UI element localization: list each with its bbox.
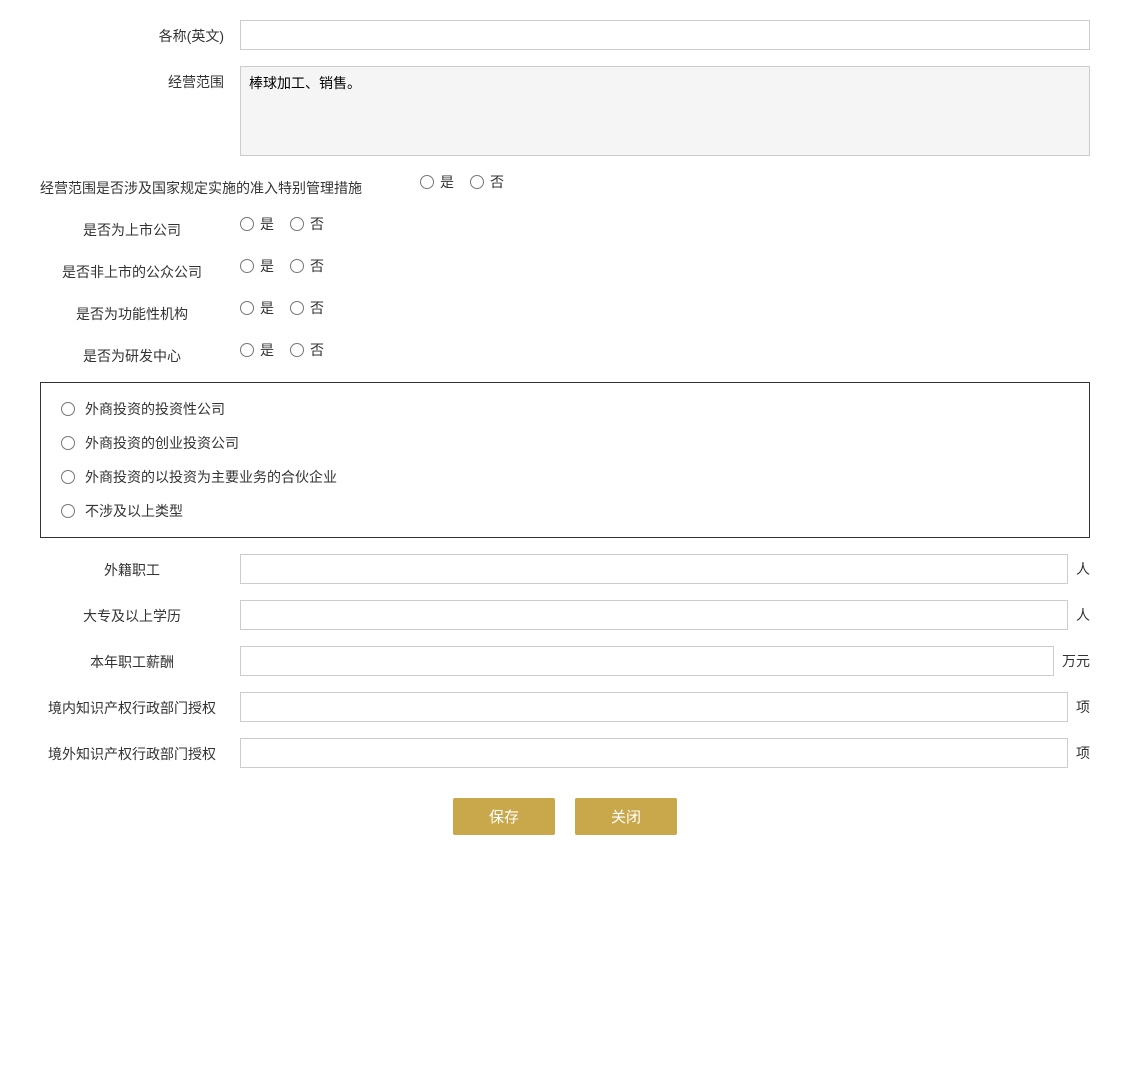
functional-institution-control: 是 否: [240, 298, 1090, 318]
close-button[interactable]: 关闭: [575, 798, 677, 835]
functional-institution-label: 是否为功能性机构: [40, 298, 240, 324]
annual-salary-input[interactable]: [240, 646, 1054, 676]
college-education-input[interactable]: [240, 600, 1068, 630]
domestic-ip-input[interactable]: [240, 692, 1068, 722]
rd-center-yes-label: 是: [260, 340, 274, 360]
rd-center-no-option[interactable]: 否: [290, 340, 324, 360]
business-scope-label: 经营范围: [40, 66, 240, 92]
functional-institution-radio-group: 是 否: [240, 298, 324, 318]
rd-center-no-radio[interactable]: [290, 343, 304, 357]
college-education-label: 大专及以上学历: [40, 600, 240, 626]
overseas-ip-row: 境外知识产权行政部门授权 项: [40, 738, 1090, 768]
non-listed-public-no-label: 否: [310, 256, 324, 276]
non-listed-public-no-option[interactable]: 否: [290, 256, 324, 276]
not-applicable-radio[interactable]: [61, 504, 75, 518]
business-scope-textarea[interactable]: 棒球加工、销售。: [240, 66, 1090, 156]
foreign-employees-row: 外籍职工 人: [40, 554, 1090, 584]
listed-company-no-option[interactable]: 否: [290, 214, 324, 234]
not-applicable-option[interactable]: 不涉及以上类型: [61, 501, 1069, 521]
listed-company-radio-group: 是 否: [240, 214, 324, 234]
non-listed-public-label: 是否非上市的公众公司: [40, 256, 240, 282]
rd-center-row: 是否为研发中心 是 否: [40, 340, 1090, 366]
venture-capital-option[interactable]: 外商投资的创业投资公司: [61, 433, 1069, 453]
domestic-ip-row: 境内知识产权行政部门授权 项: [40, 692, 1090, 722]
domestic-ip-unit: 项: [1076, 697, 1090, 717]
venture-capital-label: 外商投资的创业投资公司: [85, 433, 239, 453]
special-management-radio-group: 是 否: [420, 172, 504, 192]
listed-company-control: 是 否: [240, 214, 1090, 234]
business-scope-control: 棒球加工、销售。: [240, 66, 1090, 156]
foreign-employees-label: 外籍职工: [40, 554, 240, 580]
college-education-row: 大专及以上学历 人: [40, 600, 1090, 630]
not-applicable-label: 不涉及以上类型: [85, 501, 183, 521]
listed-company-label: 是否为上市公司: [40, 214, 240, 240]
annual-salary-unit: 万元: [1062, 651, 1090, 671]
listed-company-no-label: 否: [310, 214, 324, 234]
non-listed-public-yes-radio[interactable]: [240, 259, 254, 273]
partnership-label: 外商投资的以投资为主要业务的合伙企业: [85, 467, 337, 487]
non-listed-public-row: 是否非上市的公众公司 是 否: [40, 256, 1090, 282]
functional-institution-no-label: 否: [310, 298, 324, 318]
overseas-ip-control: 项: [240, 738, 1090, 768]
functional-institution-yes-radio[interactable]: [240, 301, 254, 315]
rd-center-radio-group: 是 否: [240, 340, 324, 360]
listed-company-no-radio[interactable]: [290, 217, 304, 231]
overseas-ip-input[interactable]: [240, 738, 1068, 768]
investment-type-box: 外商投资的投资性公司 外商投资的创业投资公司 外商投资的以投资为主要业务的合伙企…: [40, 382, 1090, 538]
non-listed-public-yes-option[interactable]: 是: [240, 256, 274, 276]
functional-institution-yes-label: 是: [260, 298, 274, 318]
special-management-no-radio[interactable]: [470, 175, 484, 189]
non-listed-public-yes-label: 是: [260, 256, 274, 276]
special-management-yes-radio[interactable]: [420, 175, 434, 189]
non-listed-public-no-radio[interactable]: [290, 259, 304, 273]
rd-center-yes-option[interactable]: 是: [240, 340, 274, 360]
rd-center-label: 是否为研发中心: [40, 340, 240, 366]
special-management-yes-label: 是: [440, 172, 454, 192]
foreign-employees-control: 人: [240, 554, 1090, 584]
business-scope-row: 经营范围 棒球加工、销售。: [40, 66, 1090, 156]
special-management-control: 是 否: [420, 172, 1090, 192]
rd-center-control: 是 否: [240, 340, 1090, 360]
english-name-input[interactable]: [240, 20, 1090, 50]
investment-company-label: 外商投资的投资性公司: [85, 399, 225, 419]
button-row: 保存 关闭: [40, 798, 1090, 835]
english-name-label: 各称(英文): [40, 20, 240, 46]
annual-salary-control: 万元: [240, 646, 1090, 676]
college-education-control: 人: [240, 600, 1090, 630]
rd-center-yes-radio[interactable]: [240, 343, 254, 357]
venture-capital-radio[interactable]: [61, 436, 75, 450]
foreign-employees-input[interactable]: [240, 554, 1068, 584]
functional-institution-no-option[interactable]: 否: [290, 298, 324, 318]
rd-center-no-label: 否: [310, 340, 324, 360]
functional-institution-no-radio[interactable]: [290, 301, 304, 315]
functional-institution-row: 是否为功能性机构 是 否: [40, 298, 1090, 324]
annual-salary-label: 本年职工薪酬: [40, 646, 240, 672]
listed-company-yes-label: 是: [260, 214, 274, 234]
english-name-row: 各称(英文): [40, 20, 1090, 50]
special-management-yes-option[interactable]: 是: [420, 172, 454, 192]
partnership-radio[interactable]: [61, 470, 75, 484]
english-name-control: [240, 20, 1090, 50]
listed-company-row: 是否为上市公司 是 否: [40, 214, 1090, 240]
domestic-ip-control: 项: [240, 692, 1090, 722]
non-listed-public-radio-group: 是 否: [240, 256, 324, 276]
functional-institution-yes-option[interactable]: 是: [240, 298, 274, 318]
special-management-label: 经营范围是否涉及国家规定实施的准入特别管理措施: [40, 172, 420, 198]
special-management-no-option[interactable]: 否: [470, 172, 504, 192]
overseas-ip-unit: 项: [1076, 743, 1090, 763]
partnership-option[interactable]: 外商投资的以投资为主要业务的合伙企业: [61, 467, 1069, 487]
listed-company-yes-option[interactable]: 是: [240, 214, 274, 234]
foreign-employees-unit: 人: [1076, 559, 1090, 579]
investment-company-option[interactable]: 外商投资的投资性公司: [61, 399, 1069, 419]
college-education-unit: 人: [1076, 605, 1090, 625]
special-management-no-label: 否: [490, 172, 504, 192]
special-management-row: 经营范围是否涉及国家规定实施的准入特别管理措施 是 否: [40, 172, 1090, 198]
listed-company-yes-radio[interactable]: [240, 217, 254, 231]
annual-salary-row: 本年职工薪酬 万元: [40, 646, 1090, 676]
investment-company-radio[interactable]: [61, 402, 75, 416]
domestic-ip-label: 境内知识产权行政部门授权: [40, 692, 240, 718]
save-button[interactable]: 保存: [453, 798, 555, 835]
non-listed-public-control: 是 否: [240, 256, 1090, 276]
overseas-ip-label: 境外知识产权行政部门授权: [40, 738, 240, 764]
